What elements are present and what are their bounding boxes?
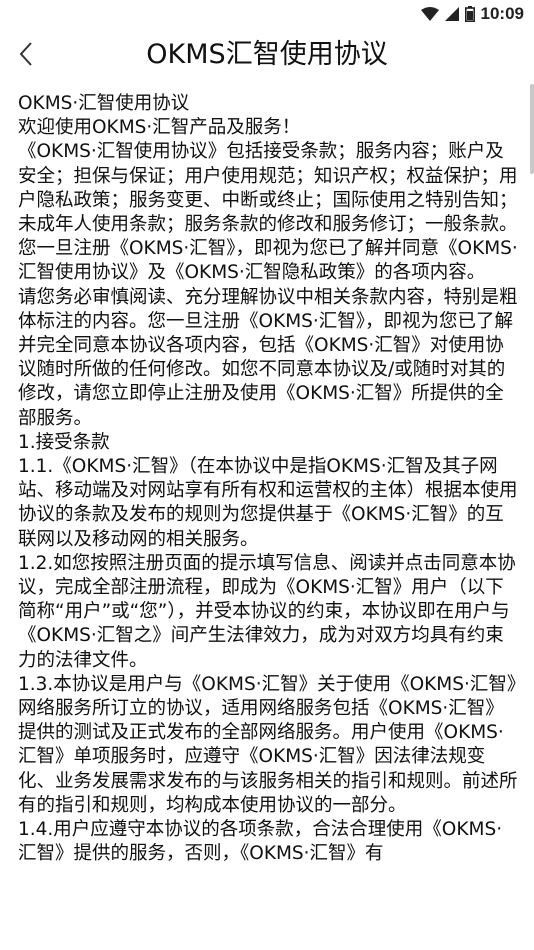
agreement-paragraph: 1.1.《OKMS·汇智》（在本协议中是指OKMS·汇智及其子网站、移动端及对网… bbox=[18, 456, 518, 550]
section-heading: 1.接受条款 bbox=[18, 431, 110, 453]
wifi-icon bbox=[420, 7, 439, 21]
battery-icon bbox=[464, 6, 475, 22]
status-time: 10:09 bbox=[480, 4, 524, 23]
agreement-paragraph: 1.3.本协议是用户与《OKMS·汇智》关于使用《OKMS·汇智》网络服务所订立… bbox=[18, 673, 518, 816]
agreement-paragraph: OKMS·汇智使用协议 bbox=[18, 93, 190, 114]
page-title: OKMS汇智使用协议 bbox=[146, 39, 388, 70]
signal-icon bbox=[444, 7, 459, 21]
agreement-paragraph: 请您务必审慎阅读、充分理解协议中相关条款内容，特别是粗体标注的内容。您一旦注册《… bbox=[18, 286, 518, 429]
status-bar: 10:09 bbox=[0, 0, 534, 28]
agreement-paragraph: 您一旦注册《OKMS·汇智》，即视为您已了解并同意《OKMS·汇智使用协议》及《… bbox=[18, 238, 518, 284]
agreement-paragraph: 《OKMS·汇智使用协议》包括接受条款；服务内容；账户及安全；担保与保证；用户使… bbox=[18, 141, 518, 236]
agreement-paragraph: 欢迎使用OKMS·汇智产品及服务！ bbox=[18, 117, 301, 139]
agreement-content[interactable]: OKMS·汇智使用协议 欢迎使用OKMS·汇智产品及服务！ 《OKMS·汇智使用… bbox=[18, 92, 520, 950]
agreement-paragraph: 1.4.用户应遵守本协议的各项条款，合法合理使用《OKMS·汇智》提供的服务，否… bbox=[18, 819, 503, 865]
scrollbar[interactable] bbox=[530, 84, 534, 174]
agreement-paragraph: 1.2.如您按照注册页面的提示填写信息、阅读并点击同意本协议，完成全部注册流程，… bbox=[18, 552, 516, 671]
app-header: OKMS汇智使用协议 bbox=[0, 28, 534, 84]
